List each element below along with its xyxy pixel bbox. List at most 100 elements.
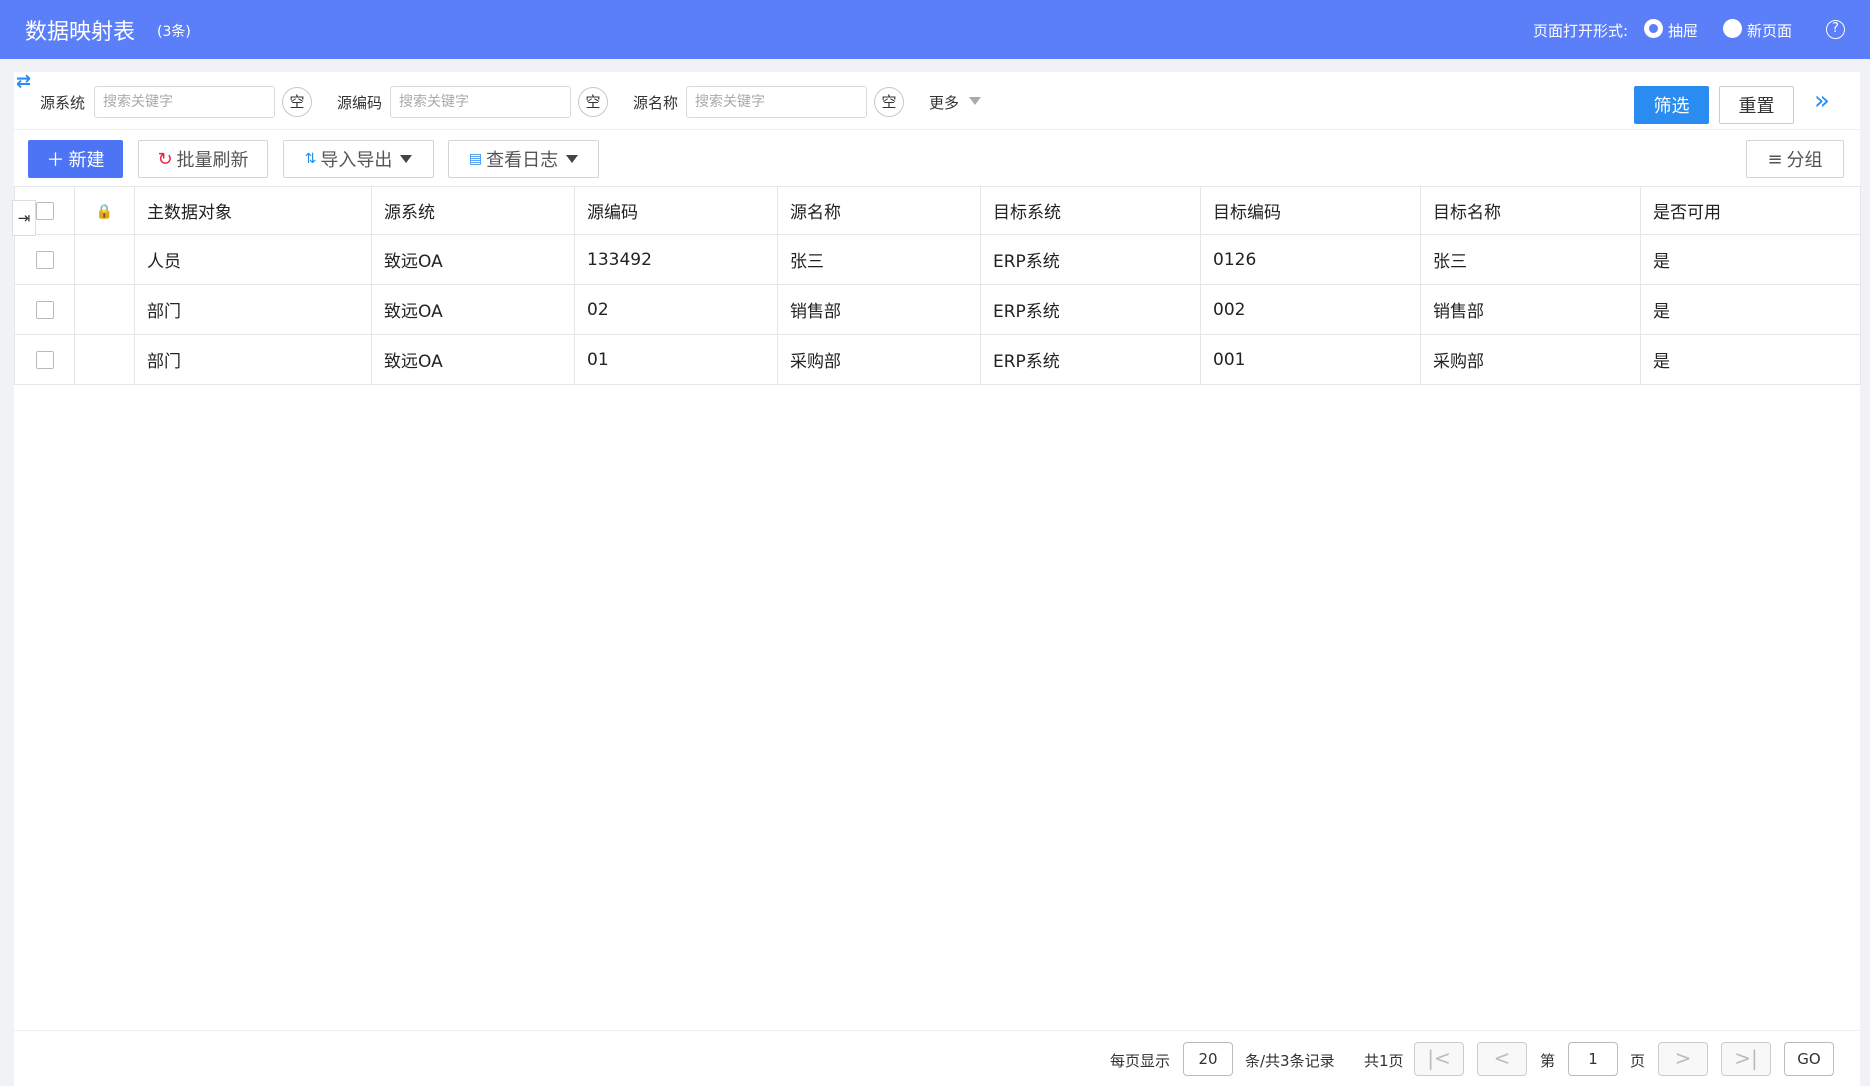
per-page-label: 每页显示	[1110, 1052, 1171, 1070]
page-suffix-label: 页	[1630, 1052, 1646, 1070]
new-page-mode-label[interactable]: 新页面	[1747, 20, 1792, 41]
table-cell: 人员	[134, 234, 372, 285]
lock-cell	[74, 284, 135, 335]
last-page-icon[interactable]: >|	[1721, 1042, 1771, 1076]
table-cell: 采购部	[1420, 334, 1641, 385]
prev-page-icon[interactable]: <	[1477, 1042, 1527, 1076]
first-page-icon[interactable]: |<	[1414, 1042, 1464, 1076]
group-button[interactable]: ≡ 分组	[1746, 140, 1844, 178]
filter-label-source-system: 源系统	[40, 94, 86, 112]
app-header: 数据映射表 (3条) 页面打开形式: 抽屉 新页面 ?	[0, 0, 1870, 59]
batch-refresh-label: 批量刷新	[176, 150, 249, 171]
column-header[interactable]: 目标名称	[1420, 186, 1641, 235]
lock-cell	[74, 334, 135, 385]
page-prefix-label: 第	[1540, 1052, 1556, 1070]
source-name-clear-button[interactable]: 空	[874, 87, 904, 117]
table-cell: 张三	[777, 234, 981, 285]
table-row[interactable]: 人员 致远OA 133492 张三 ERP系统 0126 张三 是	[14, 234, 1861, 285]
source-system-clear-button[interactable]: 空	[282, 87, 312, 117]
table-cell: 是	[1640, 334, 1861, 385]
row-select-cell[interactable]	[14, 234, 75, 285]
new-button-label: 新建	[68, 150, 105, 171]
table-cell: 销售部	[1420, 284, 1641, 335]
column-settings-toggle-icon[interactable]: ⇥	[12, 200, 36, 236]
table-cell: 致远OA	[371, 284, 575, 335]
record-count: (3条)	[157, 24, 191, 40]
new-button[interactable]: ＋ 新建	[28, 140, 123, 178]
column-header[interactable]: 是否可用	[1640, 186, 1861, 235]
row-select-cell[interactable]	[14, 334, 75, 385]
table-cell: 001	[1200, 334, 1421, 385]
total-pages-label: 共1页	[1364, 1052, 1404, 1070]
filter-label-source-name: 源名称	[633, 94, 679, 112]
column-header[interactable]: 源编码	[574, 186, 778, 235]
view-log-button[interactable]: ▤ 查看日志	[448, 140, 599, 178]
table-cell: 销售部	[777, 284, 981, 335]
row-checkbox[interactable]	[35, 300, 54, 319]
plus-icon: ＋	[46, 150, 65, 171]
table-cell: 133492	[574, 234, 778, 285]
table-cell: 是	[1640, 234, 1861, 285]
next-page-icon[interactable]: >	[1658, 1042, 1708, 1076]
total-records-label: 条/共3条记录	[1245, 1052, 1335, 1070]
main-panel: ⇄ 源系统 空 源编码 空 源名称 空 更多 筛选 重置 » ＋ 新建 ↻ 批量…	[12, 72, 1861, 1086]
table-cell: 张三	[1420, 234, 1641, 285]
table-cell: 致远OA	[371, 334, 575, 385]
batch-refresh-button[interactable]: ↻ 批量刷新	[138, 140, 268, 178]
column-header[interactable]: 源系统	[371, 186, 575, 235]
table-header-row: 🔒 主数据对象 源系统 源编码 源名称 目标系统 目标编码 目标名称 是否可用	[14, 186, 1861, 235]
row-checkbox[interactable]	[35, 350, 54, 369]
table-row[interactable]: 部门 致远OA 01 采购部 ERP系统 001 采购部 是	[14, 334, 1861, 385]
drawer-mode-radio[interactable]	[1644, 19, 1663, 38]
source-name-search-input[interactable]	[686, 86, 867, 118]
help-icon[interactable]: ?	[1826, 20, 1845, 39]
import-export-button[interactable]: ⇅ 导入导出	[283, 140, 434, 178]
table-cell: 01	[574, 334, 778, 385]
per-page-input[interactable]: 20	[1183, 1042, 1233, 1076]
more-filters-button[interactable]: 更多	[929, 92, 959, 113]
table-row[interactable]: 部门 致远OA 02 销售部 ERP系统 002 销售部 是	[14, 284, 1861, 335]
source-code-clear-button[interactable]: 空	[578, 87, 608, 117]
expand-filters-icon[interactable]: »	[1814, 86, 1830, 116]
log-icon: ▤	[468, 151, 483, 167]
reset-button[interactable]: 重置	[1719, 86, 1794, 124]
divider	[14, 129, 1860, 130]
source-system-search-input[interactable]	[94, 86, 275, 118]
refresh-icon: ↻	[157, 148, 173, 170]
new-page-mode-radio[interactable]	[1723, 19, 1742, 38]
row-select-cell[interactable]	[14, 284, 75, 335]
import-export-icon: ⇅	[304, 151, 317, 167]
table-cell: ERP系统	[980, 234, 1201, 285]
table-cell: 是	[1640, 284, 1861, 335]
table-cell: 采购部	[777, 334, 981, 385]
lock-icon: 🔒	[95, 203, 114, 220]
drawer-mode-label[interactable]: 抽屉	[1668, 20, 1698, 41]
import-export-label: 导入导出	[320, 150, 393, 171]
filter-label-source-code: 源编码	[337, 94, 383, 112]
column-header[interactable]: 目标编码	[1200, 186, 1421, 235]
column-header[interactable]: 目标系统	[980, 186, 1201, 235]
view-log-label: 查看日志	[486, 150, 559, 171]
group-label: 分组	[1786, 150, 1823, 171]
open-mode-label: 页面打开形式:	[1533, 22, 1629, 40]
go-button[interactable]: GO	[1784, 1042, 1834, 1076]
source-code-search-input[interactable]	[390, 86, 571, 118]
menu-icon: ≡	[1767, 148, 1783, 170]
lock-cell	[74, 234, 135, 285]
table-cell: 致远OA	[371, 234, 575, 285]
data-mapping-table: 🔒 主数据对象 源系统 源编码 源名称 目标系统 目标编码 目标名称 是否可用 …	[14, 186, 1861, 385]
column-header[interactable]: 源名称	[777, 186, 981, 235]
table-cell: 部门	[134, 284, 372, 335]
table-cell: 002	[1200, 284, 1421, 335]
more-caret-icon[interactable]	[969, 97, 981, 105]
row-checkbox[interactable]	[35, 250, 54, 269]
table-cell: ERP系统	[980, 334, 1201, 385]
filter-button[interactable]: 筛选	[1634, 86, 1709, 124]
table-cell: ERP系统	[980, 284, 1201, 335]
table-cell: 0126	[1200, 234, 1421, 285]
select-all-checkbox[interactable]	[35, 201, 54, 220]
column-header[interactable]: 主数据对象	[134, 186, 372, 235]
page-number-input[interactable]: 1	[1568, 1042, 1618, 1076]
table-cell: 部门	[134, 334, 372, 385]
lock-column-header: 🔒	[74, 186, 135, 235]
